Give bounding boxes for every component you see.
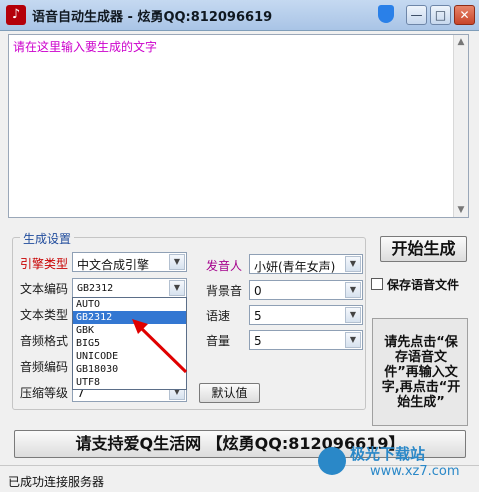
text-encoding-label: 文本编码 bbox=[20, 282, 69, 296]
volume-select[interactable]: 5 ▼ bbox=[249, 330, 363, 350]
start-generate-button[interactable]: 开始生成 bbox=[380, 236, 467, 262]
title-bar[interactable]: ♪ 语音自动生成器 - 炫勇QQ:812096619 — □ ✕ bbox=[0, 0, 479, 31]
watermark: 极光下载站 www.xz7.com bbox=[318, 441, 468, 485]
background-sound-label: 背景音 bbox=[206, 284, 243, 298]
save-audio-label[interactable]: 保存语音文件 bbox=[387, 276, 459, 293]
watermark-url: www.xz7.com bbox=[370, 464, 460, 479]
scroll-down-icon[interactable]: ▼ bbox=[456, 205, 466, 215]
text-type-label: 文本类型 bbox=[20, 308, 69, 322]
instruction-box: 请先点击“保存语音文件”再输入文字,再点击“开始生成” bbox=[372, 318, 468, 426]
window-title: 语音自动生成器 - 炫勇QQ:812096619 bbox=[32, 10, 273, 25]
vertical-scrollbar[interactable]: ▲ ▼ bbox=[453, 35, 468, 217]
maximize-button[interactable]: □ bbox=[430, 5, 451, 25]
speed-label: 语速 bbox=[206, 309, 231, 323]
engine-type-label: 引擎类型 bbox=[20, 257, 69, 271]
volume-value: 5 bbox=[254, 334, 262, 348]
text-input-placeholder: 请在这里输入要生成的文字 bbox=[13, 40, 158, 54]
text-encoding-select[interactable]: GB2312 ▼ bbox=[72, 278, 187, 298]
settings-group-title: 生成设置 bbox=[20, 230, 75, 247]
chevron-down-icon[interactable]: ▼ bbox=[169, 280, 185, 296]
app-icon: ♪ bbox=[6, 5, 26, 25]
chevron-down-icon[interactable]: ▼ bbox=[169, 254, 185, 270]
engine-type-select[interactable]: 中文合成引擎 ▼ bbox=[72, 252, 187, 272]
default-values-button[interactable]: 默认值 bbox=[199, 383, 260, 403]
chevron-down-icon[interactable]: ▼ bbox=[345, 307, 361, 323]
dropdown-option[interactable]: UNICODE bbox=[73, 350, 186, 363]
chevron-down-icon[interactable]: ▼ bbox=[345, 282, 361, 298]
dropdown-option[interactable]: AUTO bbox=[73, 298, 186, 311]
speed-value: 5 bbox=[254, 309, 262, 323]
watermark-logo-icon bbox=[318, 447, 346, 475]
dropdown-option[interactable]: GBK bbox=[73, 324, 186, 337]
close-button[interactable]: ✕ bbox=[454, 5, 475, 25]
speaker-label: 发音人 bbox=[206, 259, 243, 273]
speaker-select[interactable]: 小妍(青年女声) ▼ bbox=[249, 254, 363, 274]
background-sound-select[interactable]: 0 ▼ bbox=[249, 280, 363, 300]
compression-level-label: 压缩等级 bbox=[20, 386, 69, 400]
audio-encoding-label: 音频编码 bbox=[20, 360, 69, 374]
chevron-down-icon[interactable]: ▼ bbox=[345, 332, 361, 348]
minimize-button[interactable]: — bbox=[406, 5, 427, 25]
scroll-up-icon[interactable]: ▲ bbox=[456, 37, 466, 47]
background-sound-value: 0 bbox=[254, 284, 262, 298]
volume-label: 音量 bbox=[206, 334, 231, 348]
skin-icon[interactable] bbox=[378, 5, 394, 23]
watermark-title: 极光下载站 bbox=[350, 445, 426, 463]
dropdown-option-selected[interactable]: GB2312 bbox=[73, 311, 186, 324]
dropdown-option[interactable]: BIG5 bbox=[73, 337, 186, 350]
instruction-text: 请先点击“保存语音文件”再输入文字,再点击“开始生成” bbox=[381, 335, 461, 410]
text-input-area[interactable]: 请在这里输入要生成的文字 ▲ ▼ bbox=[8, 34, 469, 218]
engine-type-value: 中文合成引擎 bbox=[77, 258, 150, 272]
text-encoding-value: GB2312 bbox=[77, 283, 114, 294]
audio-format-label: 音频格式 bbox=[20, 334, 69, 348]
dropdown-option[interactable]: UTF8 bbox=[73, 376, 186, 389]
speed-select[interactable]: 5 ▼ bbox=[249, 305, 363, 325]
status-text: 已成功连接服务器 bbox=[8, 475, 105, 489]
save-audio-checkbox[interactable] bbox=[371, 278, 383, 290]
dropdown-option[interactable]: GB18030 bbox=[73, 363, 186, 376]
speaker-value: 小妍(青年女声) bbox=[254, 260, 336, 274]
chevron-down-icon[interactable]: ▼ bbox=[345, 256, 361, 272]
encoding-dropdown-list[interactable]: AUTO GB2312 GBK BIG5 UNICODE GB18030 UTF… bbox=[72, 297, 187, 390]
